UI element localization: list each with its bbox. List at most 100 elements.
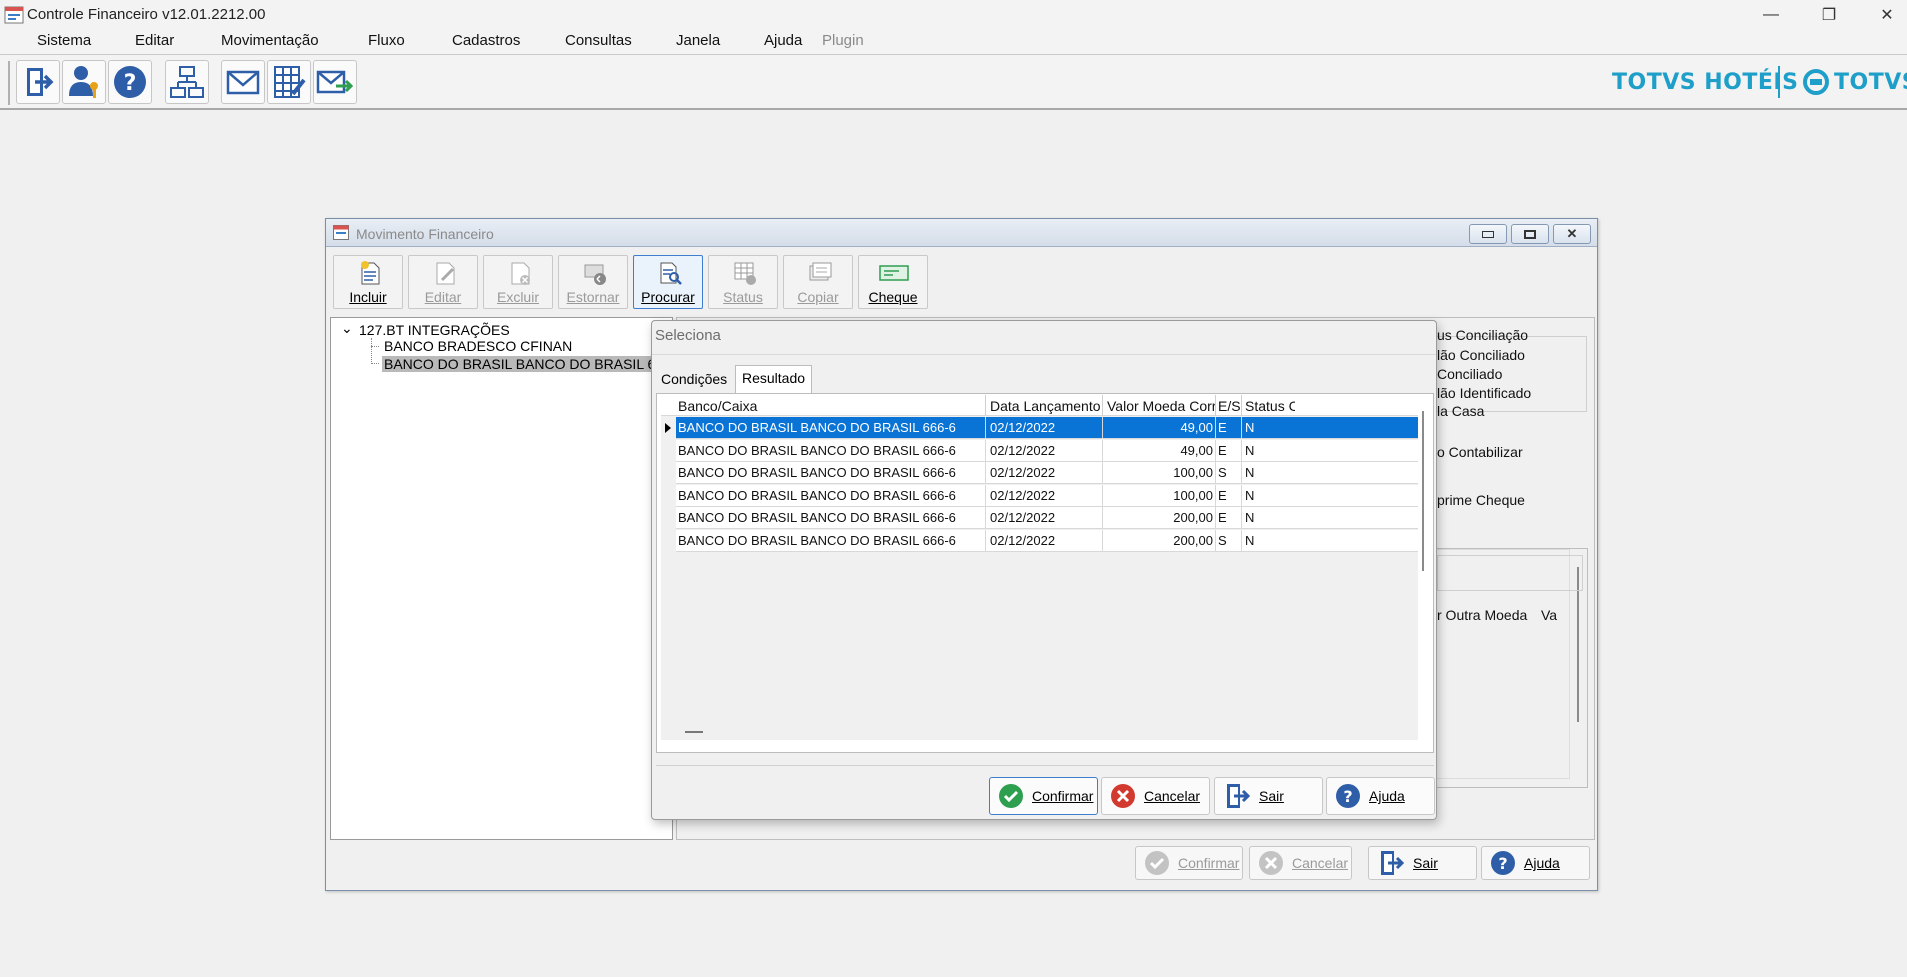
cell-separator [1215, 462, 1216, 485]
cell-data-lancamento: 02/12/2022 [990, 465, 1056, 481]
toolbar-user-button[interactable] [62, 60, 106, 104]
excluir-button[interactable]: Excluir [483, 255, 553, 309]
toolbar-help-button[interactable]: ? [108, 60, 152, 104]
tree-expand-icon[interactable]: ⌄ [341, 320, 353, 337]
result-grid-frame: Banco/Caixa Data Lançamento Valor Moeda … [656, 393, 1434, 753]
menu-plugin[interactable]: Plugin [822, 32, 864, 49]
menu-cadastros[interactable]: Cadastros [452, 32, 520, 49]
tab-condicoes[interactable]: Condições [655, 367, 733, 391]
dialog-title-divider [652, 354, 1436, 355]
status-button[interactable]: Status [708, 255, 778, 309]
table-row[interactable]: BANCO DO BRASIL BANCO DO BRASIL 666-6 02/… [661, 462, 1418, 485]
checkbox-nao-contabilizar[interactable]: o Contabilizar [1437, 444, 1523, 460]
menu-consultas[interactable]: Consultas [565, 32, 632, 49]
menu-movimentacao[interactable]: Movimentação [221, 32, 319, 49]
col-status-c[interactable]: Status C [1245, 398, 1295, 414]
tree-node-bradesco[interactable]: BANCO BRADESCO CFINAN [384, 338, 572, 354]
column-separator[interactable] [985, 395, 986, 416]
radio-conciliado[interactable]: Conciliado [1437, 366, 1502, 382]
radio-na-casa[interactable]: la Casa [1437, 403, 1484, 419]
mf-sair-button[interactable]: Sair [1368, 846, 1477, 880]
row-indicator[interactable] [661, 530, 676, 552]
cell-banco-caixa: BANCO DO BRASIL BANCO DO BRASIL 666-6 [678, 487, 956, 503]
cell-separator [1241, 439, 1242, 462]
cell-separator [985, 439, 986, 462]
cell-separator [1102, 417, 1103, 439]
table-row[interactable]: BANCO DO BRASIL BANCO DO BRASIL 666-6 02/… [661, 417, 1418, 439]
row-indicator[interactable] [661, 462, 676, 485]
row-indicator[interactable] [661, 507, 676, 530]
menu-sistema[interactable]: Sistema [37, 32, 91, 49]
mf-ajuda-label: Ajuda [1524, 855, 1560, 871]
grid-vertical-scrollbar[interactable] [1418, 397, 1432, 742]
editar-button[interactable]: Editar [408, 255, 478, 309]
toolbar-mail-button[interactable] [221, 60, 265, 104]
cell-data-lancamento: 02/12/2022 [990, 510, 1056, 526]
grid-hscroll-thumb[interactable] [685, 731, 703, 733]
column-separator[interactable] [1102, 395, 1103, 416]
toolbar-grip[interactable] [8, 61, 12, 105]
restore-button[interactable]: ❐ [1800, 0, 1858, 30]
mdi-minimize-button[interactable] [1469, 224, 1507, 244]
estornar-button[interactable]: Estornar [558, 255, 628, 309]
col-e-s[interactable]: E/S [1218, 398, 1240, 414]
minimize-button[interactable]: — [1742, 0, 1800, 30]
close-button[interactable]: ✕ [1858, 0, 1907, 30]
menu-ajuda[interactable]: Ajuda [764, 32, 802, 49]
menu-fluxo[interactable]: Fluxo [368, 32, 405, 49]
cell-separator [1241, 484, 1242, 507]
mf-ajuda-button[interactable]: ? Ajuda [1481, 846, 1590, 880]
checkbox-imprime-cheque[interactable]: prime Cheque [1437, 492, 1525, 508]
radio-nao-conciliado[interactable]: lão Conciliado [1437, 347, 1525, 363]
column-separator[interactable] [1215, 395, 1216, 416]
cell-separator [1241, 417, 1242, 439]
cell-separator [1215, 417, 1216, 439]
table-row[interactable]: BANCO DO BRASIL BANCO DO BRASIL 666-6 02/… [661, 530, 1418, 552]
menu-editar[interactable]: Editar [135, 32, 174, 49]
cell-separator [1215, 507, 1216, 530]
mf-confirmar-button[interactable]: Confirmar [1135, 846, 1243, 880]
grid-vscroll-thumb[interactable] [1422, 411, 1424, 571]
minimize-icon [1482, 230, 1494, 238]
mdi-maximize-button[interactable] [1511, 224, 1549, 244]
row-indicator[interactable] [661, 417, 676, 439]
dialog-cancelar-button[interactable]: Cancelar [1101, 777, 1210, 815]
mdi-close-button[interactable]: ✕ [1553, 224, 1591, 244]
check-icon [1145, 851, 1169, 875]
dialog-confirmar-button[interactable]: Confirmar [989, 777, 1098, 815]
toolbar-structure-button[interactable] [165, 60, 209, 104]
col-data-lancamento[interactable]: Data Lançamento [990, 398, 1102, 414]
tree-root-node[interactable]: 127.BT INTEGRAÇÕES [359, 322, 510, 338]
row-indicator[interactable] [661, 439, 676, 462]
cell-valor: 200,00 [1173, 533, 1213, 548]
row-indicator[interactable] [661, 484, 676, 507]
table-row[interactable]: BANCO DO BRASIL BANCO DO BRASIL 666-6 02/… [661, 484, 1418, 507]
incluir-button[interactable]: Incluir [333, 255, 403, 309]
table-row[interactable]: BANCO DO BRASIL BANCO DO BRASIL 666-6 02/… [661, 507, 1418, 530]
mf-cancelar-button[interactable]: Cancelar [1249, 846, 1352, 880]
dialog-sair-button[interactable]: Sair [1214, 777, 1323, 815]
menu-janela[interactable]: Janela [676, 32, 720, 49]
col-valor-moeda-corrente[interactable]: Valor Moeda Corrente [1107, 398, 1215, 414]
toolbar-spreadsheet-button[interactable] [267, 60, 311, 104]
column-separator[interactable] [1241, 395, 1242, 416]
tree-node-banco-do-brasil[interactable]: BANCO DO BRASIL BANCO DO BRASIL 666 [382, 356, 673, 372]
result-grid: Banco/Caixa Data Lançamento Valor Moeda … [661, 395, 1418, 740]
cell-valor: 49,00 [1180, 420, 1213, 435]
col-banco-caixa[interactable]: Banco/Caixa [678, 398, 983, 414]
dialog-ajuda-button[interactable]: ? Ajuda [1326, 777, 1435, 815]
procurar-button[interactable]: Procurar [633, 255, 703, 309]
account-tree: ⌄ 127.BT INTEGRAÇÕES BANCO BRADESCO CFIN… [330, 317, 673, 840]
tab-resultado[interactable]: Resultado [735, 365, 813, 393]
cell-status: N [1245, 533, 1255, 548]
table-row[interactable]: BANCO DO BRASIL BANCO DO BRASIL 666-6 02/… [661, 439, 1418, 462]
toolbar-mail-send-button[interactable] [313, 60, 357, 104]
cell-data-lancamento: 02/12/2022 [990, 442, 1056, 458]
app-title: Controle Financeiro v12.01.2212.00 [27, 6, 266, 23]
movimento-titlebar[interactable]: Movimento Financeiro ✕ [326, 219, 1597, 247]
tree-line [371, 363, 379, 364]
copiar-button[interactable]: Copiar [783, 255, 853, 309]
cheque-button[interactable]: Cheque [858, 255, 928, 309]
toolbar-exit-button[interactable] [16, 60, 60, 104]
radio-nao-identificado[interactable]: lão Identificado [1437, 385, 1531, 401]
